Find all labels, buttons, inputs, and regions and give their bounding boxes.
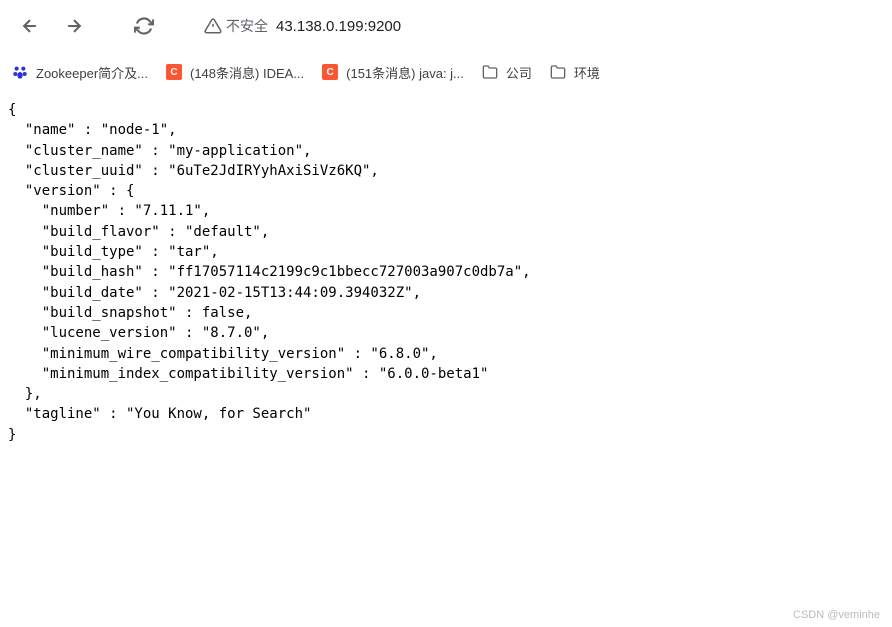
reload-icon <box>134 16 154 36</box>
bookmark-label: Zookeeper简介及... <box>36 63 148 82</box>
folder-icon <box>482 64 498 80</box>
baidu-icon <box>12 64 28 80</box>
back-button[interactable] <box>12 8 48 44</box>
csdn-icon: C <box>166 64 182 80</box>
response-body: { "name" : "node-1", "cluster_name" : "m… <box>0 92 892 453</box>
bookmark-idea[interactable]: C (148条消息) IDEA... <box>166 63 304 82</box>
security-label: 不安全 <box>226 16 268 36</box>
bookmark-folder-company[interactable]: 公司 <box>482 63 532 82</box>
reload-button[interactable] <box>126 8 162 44</box>
watermark: CSDN @veminhe <box>793 609 880 621</box>
bookmark-java[interactable]: C (151条消息) java: j... <box>322 63 464 82</box>
bookmarks-bar: Zookeeper简介及... C (148条消息) IDEA... C (15… <box>0 52 892 92</box>
url-text: 43.138.0.199:9200 <box>276 18 401 35</box>
bookmark-folder-env[interactable]: 环境 <box>550 63 600 82</box>
security-indicator[interactable]: 不安全 <box>204 16 268 36</box>
forward-button[interactable] <box>56 8 92 44</box>
bookmark-label: 环境 <box>574 63 600 82</box>
bookmark-label: (148条消息) IDEA... <box>190 63 304 82</box>
folder-icon <box>550 64 566 80</box>
bookmark-label: (151条消息) java: j... <box>346 63 464 82</box>
address-bar[interactable]: 不安全 43.138.0.199:9200 <box>194 9 880 43</box>
arrow-right-icon <box>64 16 84 36</box>
bookmark-label: 公司 <box>506 63 532 82</box>
csdn-icon: C <box>322 64 338 80</box>
browser-toolbar: 不安全 43.138.0.199:9200 <box>0 0 892 52</box>
bookmark-zookeeper[interactable]: Zookeeper简介及... <box>12 63 148 82</box>
warning-triangle-icon <box>204 17 222 35</box>
arrow-left-icon <box>20 16 40 36</box>
